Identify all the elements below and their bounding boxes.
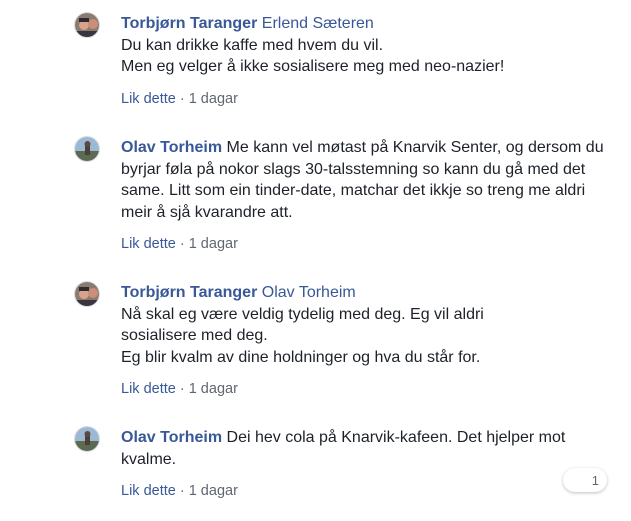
reaction-count-badge[interactable]: 1 bbox=[563, 468, 607, 492]
comment-text-line: Nå skal eg være veldig tydelig med deg. … bbox=[121, 305, 484, 323]
timestamp[interactable]: 1 dagar bbox=[189, 236, 238, 252]
avatar[interactable] bbox=[74, 136, 100, 162]
comment-text-line: Du kan drikke kaffe med hvem du vil. bbox=[121, 36, 384, 54]
meta-separator: · bbox=[175, 91, 189, 107]
comment-meta: Lik dette · 1 dagar bbox=[121, 483, 238, 499]
comment-author[interactable]: Olav Torheim bbox=[121, 139, 222, 156]
meta-separator: · bbox=[175, 236, 189, 252]
comment-body: Torbjørn Taranger Olav Torheim Nå skal e… bbox=[121, 282, 606, 368]
timestamp[interactable]: 1 dagar bbox=[189, 483, 238, 499]
avatar[interactable] bbox=[74, 12, 100, 38]
like-link[interactable]: Lik dette bbox=[121, 381, 176, 397]
comment-body: Olav Torheim Dei hev cola på Knarvik-kaf… bbox=[121, 427, 606, 470]
comment-body: Torbjørn Taranger Erlend Sæteren Du kan … bbox=[121, 13, 606, 78]
tagged-user[interactable]: Erlend Sæteren bbox=[262, 15, 374, 32]
comment-meta: Lik dette · 1 dagar bbox=[121, 236, 238, 252]
meta-separator: · bbox=[175, 381, 189, 397]
avatar[interactable] bbox=[74, 426, 100, 452]
comment-author[interactable]: Olav Torheim bbox=[121, 429, 222, 446]
like-link[interactable]: Lik dette bbox=[121, 236, 176, 252]
comment-meta: Lik dette · 1 dagar bbox=[121, 91, 238, 107]
comment-text-line: Men eg velger å ikke sosialisere meg med… bbox=[121, 58, 505, 75]
comment-text-line: sosialisere med deg. bbox=[121, 327, 268, 344]
comment-author[interactable]: Torbjørn Taranger bbox=[121, 284, 257, 301]
timestamp[interactable]: 1 dagar bbox=[189, 381, 238, 397]
avatar[interactable] bbox=[74, 281, 100, 307]
tagged-user[interactable]: Olav Torheim bbox=[262, 284, 356, 301]
reaction-count: 1 bbox=[591, 473, 599, 488]
comment-body: Olav Torheim Me kann vel møtast på Knarv… bbox=[121, 137, 606, 223]
like-link[interactable]: Lik dette bbox=[121, 91, 176, 107]
comment-meta: Lik dette · 1 dagar bbox=[121, 381, 238, 397]
like-link[interactable]: Lik dette bbox=[121, 483, 176, 499]
timestamp[interactable]: 1 dagar bbox=[189, 91, 238, 107]
comment-author[interactable]: Torbjørn Taranger bbox=[121, 15, 257, 32]
comment-text-line: Eg blir kvalm av dine holdninger og hva … bbox=[121, 348, 481, 366]
meta-separator: · bbox=[175, 483, 189, 499]
